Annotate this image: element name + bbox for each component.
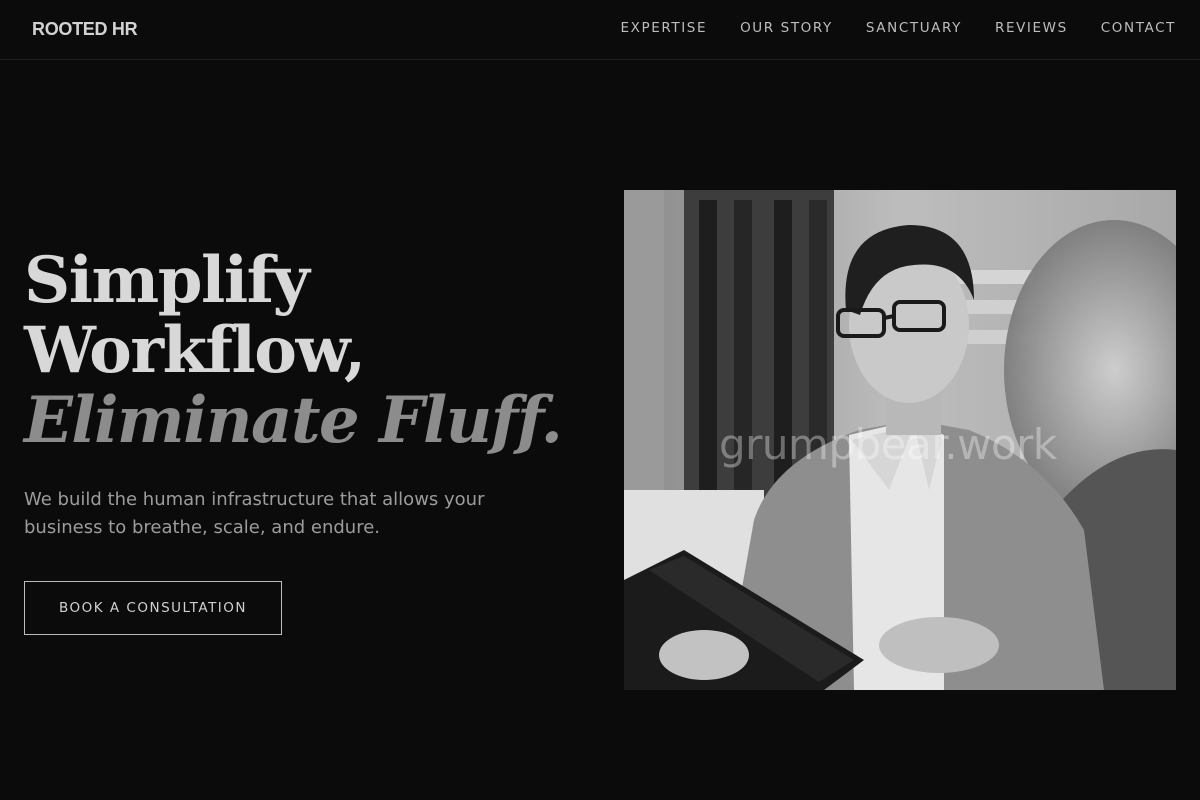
hero-subtext: We build the human infrastructure that a… bbox=[24, 489, 485, 538]
hero-photo: grumpbear.work bbox=[624, 190, 1176, 690]
nav-link-reviews[interactable]: REVIEWS bbox=[995, 20, 1068, 36]
hero-headline: Simplify Workflow, Eliminate Fluff. bbox=[24, 243, 563, 458]
headline-line-2: Workflow, bbox=[24, 313, 366, 388]
image-watermark: grumpbear.work bbox=[719, 420, 1057, 469]
nav-link-our-story[interactable]: OUR STORY bbox=[740, 20, 833, 36]
nav-link-contact[interactable]: CONTACT bbox=[1101, 20, 1176, 36]
headline-accent-line: Eliminate Fluff. bbox=[24, 383, 563, 458]
nav-link-expertise[interactable]: EXPERTISE bbox=[621, 20, 708, 36]
headline-line-1: Simplify bbox=[24, 243, 310, 318]
top-navigation-bar: ROOTED HR EXPERTISE OUR STORY SANCTUARY … bbox=[0, 0, 1200, 60]
main-nav: EXPERTISE OUR STORY SANCTUARY REVIEWS CO… bbox=[621, 20, 1177, 36]
site-logo[interactable]: ROOTED HR bbox=[32, 19, 138, 40]
book-consultation-button[interactable]: BOOK A CONSULTATION bbox=[24, 581, 282, 635]
nav-link-sanctuary[interactable]: SANCTUARY bbox=[866, 20, 962, 36]
